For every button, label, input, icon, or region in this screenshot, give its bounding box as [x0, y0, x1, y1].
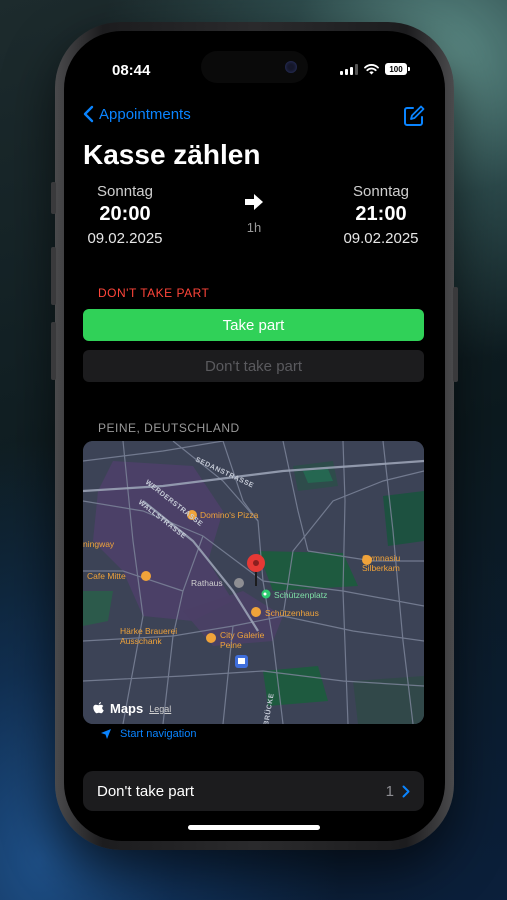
poi-dominos: Domino's Pizza	[200, 510, 259, 520]
volume-up-button	[51, 247, 56, 305]
poi-silberkamp: Silberkam	[362, 563, 400, 573]
take-part-button[interactable]: Take part	[83, 309, 424, 341]
map-view[interactable]: Domino's Pizza Gymnasiu Silberkam ningwa…	[83, 441, 424, 724]
end-date: 09.02.2025	[343, 230, 419, 247]
phone-frame: 08:44 100 Appointments Kasse zählen Sonn…	[51, 22, 458, 850]
participants-count: 1	[385, 782, 394, 800]
start-day: Sonntag	[97, 183, 153, 200]
poi-cafe-mitte: Cafe Mitte	[87, 571, 126, 581]
poi-gymnasium: Gymnasiu	[362, 553, 401, 563]
duration-block: 1h	[234, 193, 274, 235]
map-canvas: Domino's Pizza Gymnasiu Silberkam ningwa…	[83, 441, 424, 724]
participants-row[interactable]: Don't take part 1	[83, 771, 424, 811]
event-title: Kasse zählen	[83, 139, 261, 170]
chevron-right-icon	[402, 785, 410, 797]
apple-maps-logo: Maps Legal	[93, 701, 171, 716]
camera-icon	[285, 61, 297, 73]
compose-icon[interactable]	[403, 105, 425, 127]
apple-logo-icon	[93, 702, 104, 714]
start-time: 20:00	[99, 203, 151, 225]
end-day: Sonntag	[353, 183, 409, 200]
start-time-block: Sonntag 20:00 09.02.2025	[70, 183, 180, 247]
end-time: 21:00	[355, 203, 407, 225]
status-time: 08:44	[112, 62, 151, 79]
location-arrow-icon	[101, 729, 111, 739]
chevron-left-icon	[83, 105, 94, 123]
start-date: 09.02.2025	[87, 230, 163, 247]
participants-row-label: Don't take part	[97, 782, 195, 800]
back-label: Appointments	[99, 105, 191, 123]
dont-take-part-button[interactable]: Don't take part	[83, 350, 424, 382]
arrow-right-icon	[245, 194, 263, 210]
participation-status: DON'T TAKE PART	[98, 286, 210, 300]
poi-city-galerie: City Galerie	[220, 630, 265, 640]
poi-schuetzenplatz: Schützenplatz	[274, 590, 327, 600]
duration: 1h	[246, 220, 262, 235]
participants-row-detail: 1	[386, 783, 410, 800]
volume-down-button	[51, 322, 56, 380]
wifi-icon	[364, 63, 379, 74]
battery-icon: 100	[385, 63, 410, 75]
poi-ningway: ningway	[83, 539, 115, 549]
poi-schuetzenhaus: Schützenhaus	[265, 608, 319, 618]
legal-link[interactable]: Legal	[149, 704, 171, 714]
end-time-block: Sonntag 21:00 09.02.2025	[326, 183, 436, 247]
maps-logo-text: Maps	[110, 701, 144, 716]
cellular-signal-icon	[340, 63, 358, 75]
start-navigation-link[interactable]: Start navigation	[100, 728, 196, 740]
poi-ausschank: Ausschank	[120, 636, 162, 646]
dynamic-island	[201, 51, 308, 83]
action-button	[51, 182, 56, 214]
location-label: PEINE, DEUTSCHLAND	[98, 421, 240, 435]
poi-haerke: Härke Brauerei	[120, 626, 177, 636]
poi-peine: Peine	[220, 640, 242, 650]
screen: 08:44 100 Appointments Kasse zählen Sonn…	[64, 31, 445, 841]
home-indicator[interactable]	[188, 825, 320, 830]
back-button[interactable]: Appointments	[82, 105, 191, 123]
power-button	[453, 287, 458, 382]
start-navigation-label: Start navigation	[120, 728, 197, 740]
poi-rathaus: Rathaus	[191, 578, 223, 588]
status-icons: 100	[340, 63, 410, 75]
